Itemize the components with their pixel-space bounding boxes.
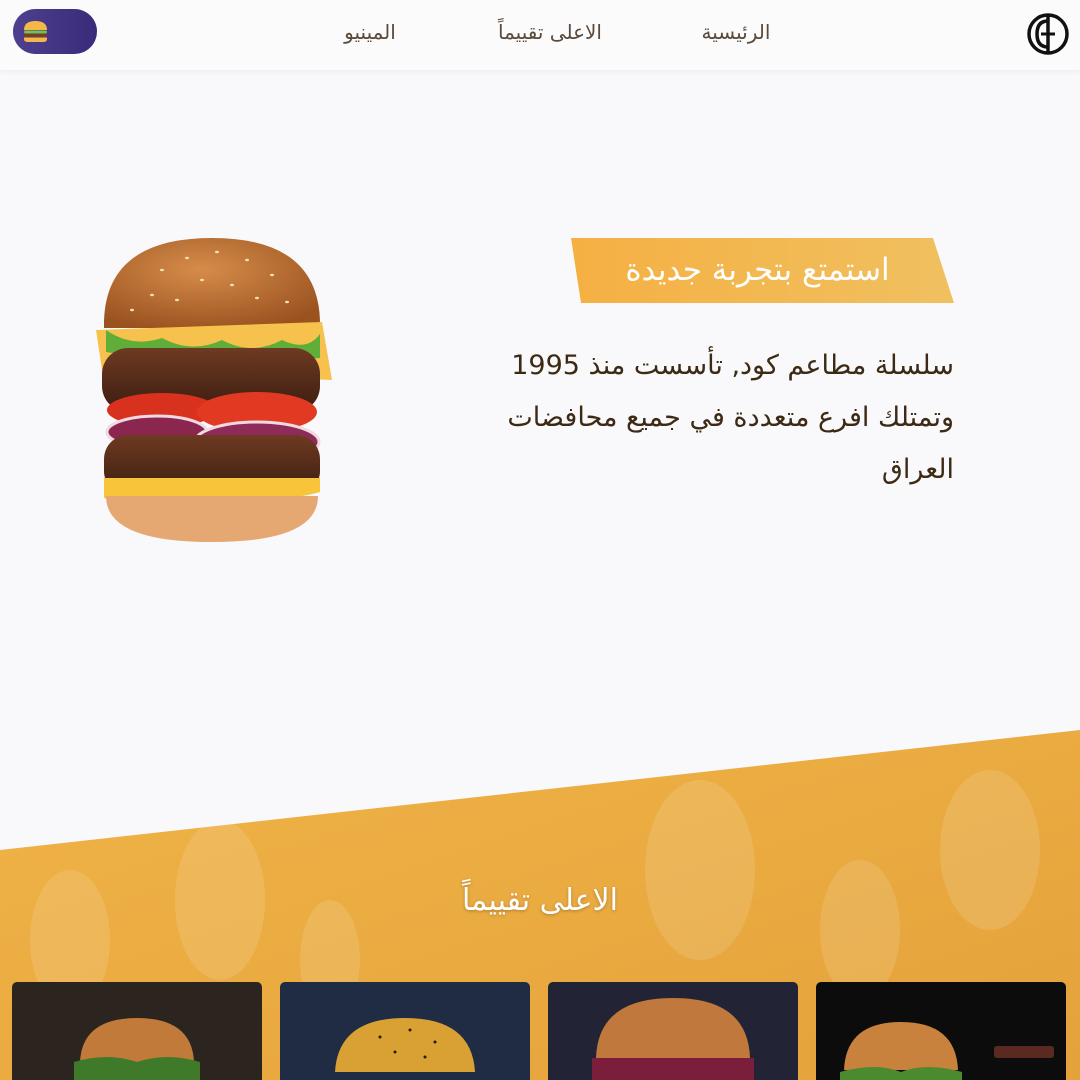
product-card-3[interactable] <box>548 982 798 1080</box>
product-card-4[interactable] <box>816 982 1066 1080</box>
burger-toggle-icon <box>21 17 50 46</box>
product-card-2[interactable] <box>280 982 530 1080</box>
nav-top-rated[interactable]: الاعلى تقييماً <box>470 15 630 49</box>
theme-toggle[interactable] <box>13 9 97 54</box>
top-rated-title: الاعلى تقييماً <box>462 883 618 918</box>
hero-burger-image <box>92 230 342 550</box>
nav-menu[interactable]: المينيو <box>320 15 420 49</box>
navbar: الرئيسية الاعلى تقييماً المينيو <box>0 0 1080 70</box>
nav-home[interactable]: الرئيسية <box>676 15 796 49</box>
logo-icon[interactable] <box>1025 9 1071 59</box>
hero-banner: استمتع بتجربة جديدة <box>561 238 954 303</box>
hero-description: سلسلة مطاعم كود, تأسست منذ 1995 وتمتلك ا… <box>507 350 954 485</box>
product-card-1[interactable] <box>12 982 262 1080</box>
hero-banner-text: استمتع بتجربة جديدة <box>625 252 890 288</box>
